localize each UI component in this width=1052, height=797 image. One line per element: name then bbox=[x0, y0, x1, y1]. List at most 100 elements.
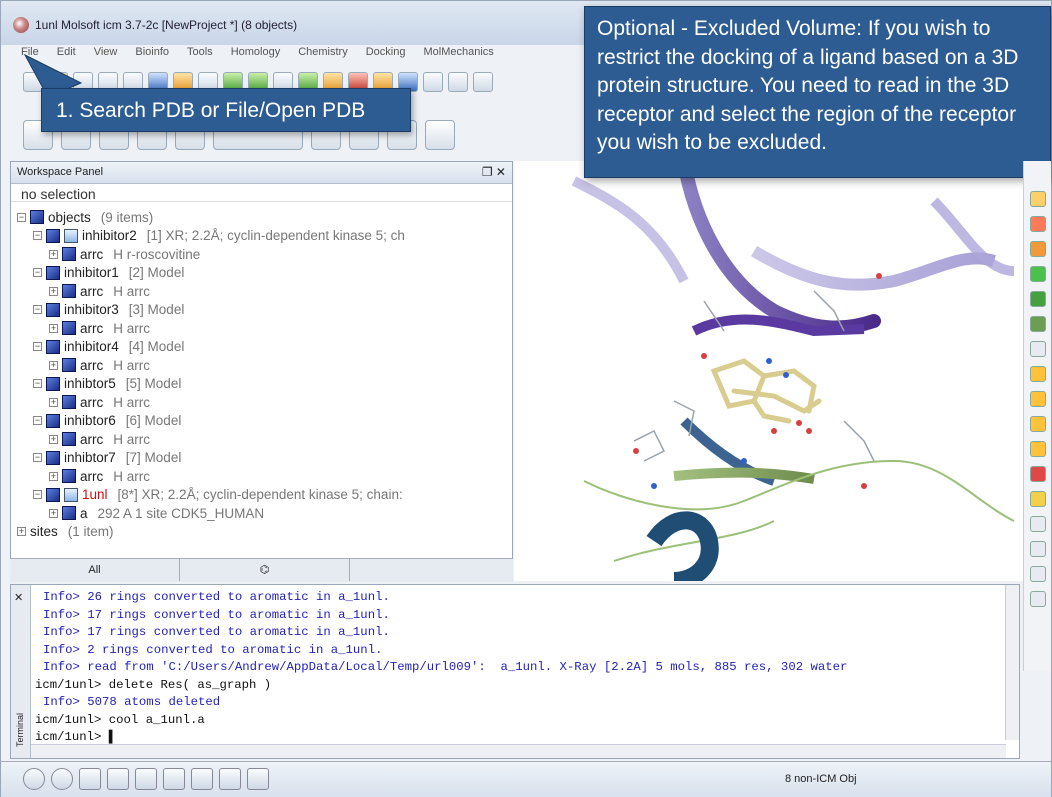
menu-item-docking[interactable]: Docking bbox=[366, 46, 406, 64]
tree-row[interactable]: + sites (1 item) bbox=[17, 523, 114, 541]
graph-icon[interactable] bbox=[247, 768, 269, 790]
tree-row[interactable]: + arrc H arrc bbox=[49, 356, 150, 374]
globe-icon[interactable] bbox=[51, 768, 73, 790]
movie-icon[interactable] bbox=[191, 768, 213, 790]
expand-icon[interactable]: + bbox=[49, 508, 58, 518]
mouse-icon[interactable] bbox=[1029, 516, 1046, 532]
menu-item-molmechanics[interactable]: MolMechanics bbox=[423, 46, 493, 64]
object-icon bbox=[62, 395, 76, 409]
tree-row[interactable]: − objects (9 items) bbox=[17, 208, 153, 226]
tree-row[interactable]: + arrc H r-roscovitine bbox=[49, 245, 200, 263]
terminal-output[interactable]: Info> 26 rings converted to aromatic in … bbox=[35, 589, 1010, 747]
collapse-icon[interactable]: − bbox=[33, 231, 42, 240]
tree-row[interactable]: + a 292 A 1 site CDK5_HUMAN bbox=[49, 504, 264, 522]
tree-item-desc: H arrc bbox=[113, 357, 150, 373]
terminal-vscrollbar[interactable] bbox=[1005, 585, 1019, 740]
stop-icon[interactable] bbox=[23, 768, 45, 790]
expand-icon[interactable]: + bbox=[49, 286, 58, 296]
expand-icon[interactable]: + bbox=[49, 397, 58, 407]
object-icon bbox=[46, 265, 60, 280]
tree-row[interactable]: − inhibitor4 [4] Model bbox=[33, 338, 184, 356]
expand-icon[interactable]: + bbox=[49, 360, 58, 370]
window-grid-icon[interactable] bbox=[473, 72, 493, 92]
ribbon-icon[interactable] bbox=[1029, 266, 1046, 282]
collapse-icon[interactable]: − bbox=[33, 342, 42, 351]
align-top-icon[interactable] bbox=[1029, 366, 1046, 382]
protein-structure-render bbox=[571, 161, 1015, 581]
tree-row[interactable]: + arrc H arrc bbox=[49, 393, 150, 411]
expand-icon[interactable]: + bbox=[49, 471, 58, 481]
expand-icon[interactable]: + bbox=[17, 527, 26, 536]
tree-row[interactable]: − inhibitor1 [2] Model bbox=[33, 264, 184, 282]
tree-row[interactable]: − inhibitor2 [1] XR; 2.2Å; cyclin-dependen… bbox=[33, 227, 405, 245]
glasses-icon[interactable] bbox=[448, 72, 468, 92]
ball-icon[interactable] bbox=[1029, 291, 1046, 307]
pin-icon[interactable] bbox=[1029, 566, 1046, 582]
object-icon bbox=[46, 228, 60, 243]
panel-toggle-icon[interactable] bbox=[79, 768, 101, 790]
molecular-viewer[interactable] bbox=[514, 161, 1024, 581]
collapse-icon[interactable]: − bbox=[33, 416, 42, 425]
pdb-icon bbox=[64, 228, 78, 243]
surface-icon[interactable] bbox=[1029, 241, 1046, 257]
car-icon[interactable] bbox=[219, 768, 241, 790]
s-icon[interactable] bbox=[423, 72, 443, 92]
collapse-icon[interactable]: − bbox=[33, 490, 42, 499]
menu-item-homology[interactable]: Homology bbox=[231, 46, 281, 64]
lock-icon[interactable] bbox=[1029, 491, 1046, 507]
tree-item-name: inhibtor5 bbox=[64, 376, 116, 391]
tree-item-name: inhibitor3 bbox=[64, 302, 119, 317]
camera-icon[interactable] bbox=[163, 768, 185, 790]
expand-icon[interactable]: + bbox=[49, 249, 58, 259]
help-icon[interactable] bbox=[425, 120, 455, 150]
terminal-hscrollbar[interactable] bbox=[31, 744, 1006, 758]
window-title: 1unl Molsoft icm 3.7-2c [NewProject *] (… bbox=[35, 18, 298, 32]
tree-item-desc: [4] Model bbox=[128, 339, 185, 354]
collapse-icon[interactable]: − bbox=[17, 212, 26, 222]
terminal-info-line: Info> 2 rings converted to aromatic in a… bbox=[43, 642, 383, 657]
table-icon[interactable] bbox=[135, 768, 157, 790]
tree-row[interactable]: − inhibtor7 [7] Model bbox=[33, 449, 181, 467]
status-icons bbox=[23, 768, 269, 790]
tree-row[interactable]: + arrc H arrc bbox=[49, 319, 150, 337]
collapse-icon[interactable]: − bbox=[33, 268, 42, 277]
skin-icon[interactable] bbox=[1029, 316, 1046, 332]
align-horizontal-icon[interactable] bbox=[1029, 416, 1046, 432]
menu-item-tools[interactable]: Tools bbox=[187, 46, 213, 64]
align-mid-icon[interactable] bbox=[1029, 391, 1046, 407]
tree-row[interactable]: − inhibtor6 [6] Model bbox=[33, 412, 181, 430]
collapse-icon[interactable]: − bbox=[33, 453, 42, 462]
hand-icon[interactable] bbox=[1029, 591, 1046, 607]
tree-row[interactable]: − inhibitor3 [3] Model bbox=[33, 301, 184, 319]
terminal-info-line: Info> 17 rings converted to aromatic in … bbox=[43, 607, 390, 622]
close-icon[interactable]: ✕ bbox=[14, 591, 23, 604]
terminal-label: Terminal bbox=[15, 712, 26, 748]
expand-icon[interactable]: + bbox=[49, 434, 58, 444]
object-icon bbox=[30, 210, 44, 224]
tree-row[interactable]: + arrc H arrc bbox=[49, 467, 150, 485]
collapse-icon[interactable]: − bbox=[33, 305, 42, 314]
workspace-title: Workspace Panel bbox=[17, 166, 104, 178]
tree-row[interactable]: + arrc H arrc bbox=[49, 282, 150, 300]
menu-item-chemistry[interactable]: Chemistry bbox=[298, 46, 348, 64]
tab-chemistry[interactable]: ⌬ bbox=[180, 559, 350, 581]
terminal-command-line: icm/1unl> cool a_1unl.a bbox=[35, 712, 205, 727]
color-icon[interactable] bbox=[1029, 216, 1046, 232]
tab-all[interactable]: All bbox=[10, 559, 180, 581]
terminal-panel[interactable]: ✕ Terminal Info> 26 rings converted to a… bbox=[10, 584, 1020, 759]
window-icon[interactable] bbox=[107, 768, 129, 790]
app-window: 1unl Molsoft icm 3.7-2c [NewProject *] (… bbox=[0, 0, 1052, 797]
object-icon bbox=[62, 358, 76, 372]
tree-row[interactable]: + arrc H arrc bbox=[49, 430, 150, 448]
expand-icon[interactable]: + bbox=[49, 323, 58, 333]
collapse-icon[interactable]: − bbox=[33, 379, 42, 388]
text-icon[interactable] bbox=[1029, 541, 1046, 557]
align-bottom-icon[interactable] bbox=[1029, 441, 1046, 457]
panel-close-icon[interactable]: ❐ ✕ bbox=[482, 165, 506, 179]
tree-item-desc: (1 item) bbox=[67, 524, 114, 539]
heart-icon[interactable] bbox=[1029, 466, 1046, 482]
as-icon[interactable] bbox=[1029, 341, 1046, 357]
tree-row[interactable]: − 1unl [8*] XR; 2.2Å; cyclin-dependent kin… bbox=[33, 486, 403, 504]
tree-row[interactable]: − inhibtor5 [5] Model bbox=[33, 375, 181, 393]
zoom-icon[interactable] bbox=[1029, 191, 1046, 207]
